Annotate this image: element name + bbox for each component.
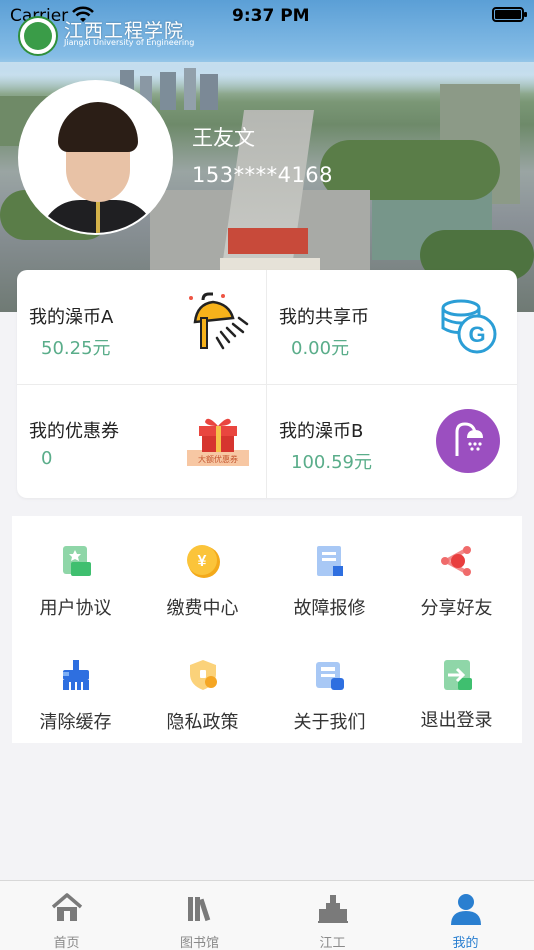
document-icon (63, 546, 91, 576)
wallet-label: 我的澡币B (279, 421, 364, 442)
wallet-label: 我的澡币A (29, 307, 114, 328)
function-menu: 用户协议 ¥ 缴费中心 故障报修 分享好友 清除缓存 隐私政策 关于我们 退出登… (12, 516, 522, 743)
wallet-value: 100.59元 (291, 452, 372, 473)
coupon-caption: 大额优惠券 (198, 454, 238, 464)
shower-circle-icon (436, 409, 500, 473)
wallet-value: 50.25元 (41, 338, 111, 359)
campus-building-icon (318, 895, 348, 923)
menu-share-friends[interactable]: 分享好友 (393, 516, 520, 629)
menu-label: 分享好友 (420, 598, 493, 619)
wallet-value: 0.00元 (291, 338, 350, 359)
tab-mine[interactable]: 我的 (399, 881, 532, 950)
avatar[interactable] (18, 80, 173, 235)
svg-text:G: G (468, 322, 485, 347)
menu-label: 用户协议 (39, 598, 112, 619)
tab-bar: 首页 图书馆 江工 我的 (0, 880, 534, 950)
info-card-icon (316, 662, 344, 690)
shower-head-icon (189, 292, 249, 350)
share-icon (441, 546, 471, 576)
menu-logout[interactable]: 退出登录 (393, 630, 520, 743)
battery-icon (492, 7, 527, 22)
user-phone: 153****4168 (192, 163, 334, 187)
wallet-label: 我的优惠券 (29, 421, 119, 442)
wallet-bath-coin-a[interactable]: 我的澡币A 50.25元 (17, 270, 267, 384)
books-icon (188, 897, 211, 922)
tab-label: 我的 (452, 936, 479, 950)
repair-form-icon (317, 546, 343, 576)
menu-label: 退出登录 (420, 710, 493, 731)
yen-coin-icon: ¥ (187, 545, 220, 578)
menu-user-agreement[interactable]: 用户协议 (12, 516, 139, 629)
profile-icon (451, 894, 481, 925)
broom-icon (63, 660, 89, 690)
menu-privacy-policy[interactable]: 隐私政策 (139, 630, 266, 743)
menu-label: 清除缓存 (39, 712, 112, 733)
wallet-bath-coin-b[interactable]: 我的澡币B 100.59元 (267, 384, 517, 498)
menu-label: 缴费中心 (166, 598, 239, 619)
wallet-card: 我的澡币A 50.25元 我的共享币 0.00元 G 我的优惠券 0 大额优惠券… (17, 270, 517, 498)
tab-jianggong[interactable]: 江工 (266, 881, 399, 950)
menu-label: 隐私政策 (166, 712, 239, 733)
tab-label: 首页 (53, 936, 80, 950)
wallet-coupons[interactable]: 我的优惠券 0 大额优惠券 (17, 384, 267, 498)
menu-label: 故障报修 (293, 598, 366, 619)
wallet-label: 我的共享币 (279, 307, 369, 328)
tab-library[interactable]: 图书馆 (133, 881, 266, 950)
wallet-share-coin[interactable]: 我的共享币 0.00元 G (267, 270, 517, 384)
home-icon (51, 893, 83, 921)
menu-clear-cache[interactable]: 清除缓存 (12, 630, 139, 743)
clock: 9:37 PM (232, 6, 310, 26)
menu-fault-repair[interactable]: 故障报修 (266, 516, 393, 629)
coins-g-icon: G (441, 299, 497, 354)
tab-label: 江工 (319, 936, 346, 950)
menu-about-us[interactable]: 关于我们 (266, 630, 393, 743)
tab-home[interactable]: 首页 (0, 881, 133, 950)
user-name: 王友文 (192, 126, 255, 150)
menu-label: 关于我们 (293, 712, 366, 733)
gift-coupon-icon: 大额优惠券 (187, 418, 249, 466)
menu-payment-center[interactable]: ¥ 缴费中心 (139, 516, 266, 629)
tab-label: 图书馆 (179, 936, 219, 950)
logout-icon (444, 660, 472, 690)
school-name-en: Jiangxi University of Engineering (64, 38, 195, 47)
school-logo-icon (18, 16, 58, 56)
svg-text:¥: ¥ (198, 553, 207, 570)
shield-icon (190, 660, 217, 690)
wallet-value: 0 (41, 448, 53, 469)
